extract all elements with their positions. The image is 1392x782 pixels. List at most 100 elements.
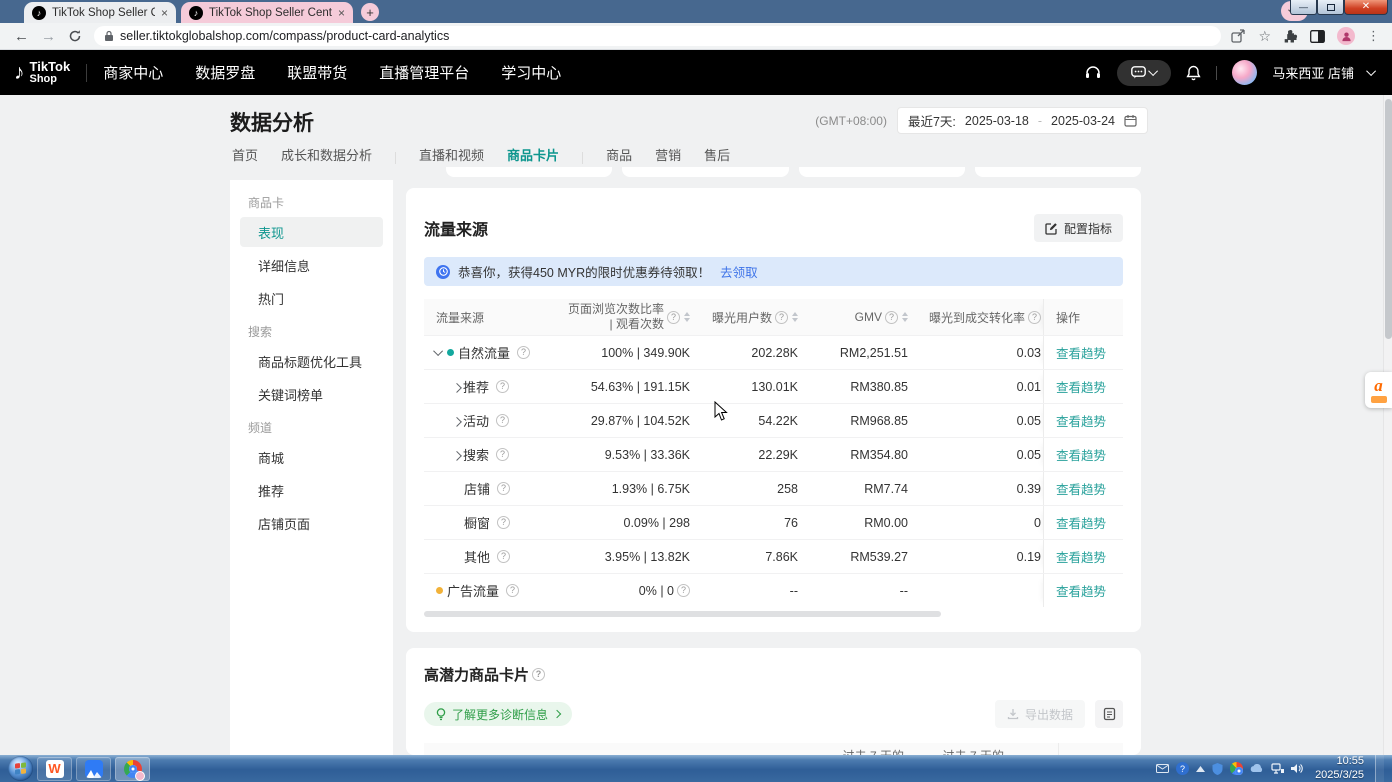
sidebar-item[interactable]: 热门	[240, 283, 383, 313]
window-close-button[interactable]: ✕	[1344, 0, 1388, 15]
view-trend-link[interactable]: 查看趋势	[1056, 343, 1106, 362]
tray-volume-icon[interactable]	[1291, 763, 1304, 774]
appnav-item[interactable]: 商家中心	[103, 62, 163, 83]
info-icon[interactable]: ?	[497, 550, 510, 563]
bookmark-star-icon[interactable]: ☆	[1258, 28, 1271, 45]
header-7day-gmv[interactable]: 过去 7 天的商品交易总额 ?	[930, 743, 1030, 755]
page-scrollbar[interactable]	[1383, 95, 1392, 755]
export-data-button[interactable]: 导出数据	[995, 700, 1085, 728]
configure-metrics-button[interactable]: 配置指标	[1034, 214, 1123, 242]
info-icon[interactable]: ?	[517, 346, 530, 359]
sidebar-item[interactable]: 表现	[240, 217, 383, 247]
browser-tab-1[interactable]: ♪ TikTok Shop Seller Center | Cr ×	[24, 2, 176, 23]
tray-show-hidden-icon[interactable]	[1196, 766, 1205, 772]
share-icon[interactable]	[1231, 29, 1246, 43]
date-end[interactable]: 2025-03-24	[1051, 114, 1115, 128]
date-range-picker[interactable]: 最近7天: 2025-03-18 - 2025-03-24	[897, 107, 1148, 134]
taskbar-app-chrome[interactable]	[115, 757, 150, 781]
refresh-icon[interactable]	[68, 29, 82, 43]
info-icon[interactable]: ?	[496, 414, 509, 427]
info-icon[interactable]: ?	[677, 584, 690, 597]
extensions-puzzle-icon[interactable]	[1283, 29, 1298, 44]
view-trend-link[interactable]: 查看趋势	[1056, 547, 1106, 566]
taskbar-clock[interactable]: 10:55 2025/3/25	[1315, 755, 1364, 782]
page-scrollbar-thumb[interactable]	[1385, 99, 1392, 339]
chevron-right-icon[interactable]	[452, 451, 462, 461]
view-trend-link[interactable]: 查看趋势	[1056, 581, 1106, 600]
taskbar-app-mountain[interactable]	[76, 757, 111, 781]
sidebar-item[interactable]: 商城	[240, 442, 383, 472]
wangwang-float-widget[interactable]: a	[1365, 372, 1392, 408]
sidebar-item[interactable]: 详细信息	[240, 250, 383, 280]
sidebar-item[interactable]: 关键词榜单	[240, 379, 383, 409]
chevron-right-icon[interactable]	[452, 417, 462, 427]
tray-help-icon[interactable]: ?	[1176, 762, 1189, 775]
header-exposed-users[interactable]: 曝光用户数 ?	[694, 299, 802, 335]
tray-message-icon[interactable]	[1156, 764, 1169, 773]
header-pv-rate[interactable]: 页面浏览次数比率 | 观看次数 ?	[564, 299, 694, 335]
info-icon[interactable]: ?	[667, 311, 680, 324]
chevron-down-icon[interactable]	[433, 346, 443, 356]
appnav-item[interactable]: 直播管理平台	[379, 62, 469, 83]
chevron-right-icon[interactable]	[452, 383, 462, 393]
tray-network-icon[interactable]	[1271, 763, 1284, 774]
back-icon[interactable]: ←	[14, 28, 29, 45]
view-trend-link[interactable]: 查看趋势	[1056, 411, 1106, 430]
view-trend-link[interactable]: 查看趋势	[1056, 377, 1106, 396]
info-icon[interactable]: ?	[885, 311, 898, 324]
info-icon[interactable]: ?	[506, 584, 519, 597]
header-gmv[interactable]: GMV ?	[802, 299, 912, 335]
window-maximize-button[interactable]	[1317, 0, 1344, 15]
info-icon[interactable]: ?	[775, 311, 788, 324]
header-product-card-name[interactable]: 商品卡名称?	[424, 743, 609, 755]
claim-coupon-link[interactable]: 去领取	[720, 262, 758, 281]
scrollbar-thumb[interactable]	[424, 611, 941, 617]
sort-icon[interactable]	[684, 312, 690, 322]
diagnosis-link[interactable]: 了解更多诊断信息	[424, 702, 572, 726]
appnav-item[interactable]: 数据罗盘	[195, 62, 255, 83]
start-button[interactable]	[8, 756, 33, 781]
url-input[interactable]: seller.tiktokglobalshop.com/compass/prod…	[120, 29, 449, 43]
appnav-item[interactable]: 联盟带货	[287, 62, 347, 83]
browser-menu-icon[interactable]: ⋮	[1367, 28, 1380, 44]
url-bar[interactable]: seller.tiktokglobalshop.com/compass/prod…	[94, 26, 1221, 46]
info-icon[interactable]: ?	[532, 668, 545, 681]
info-icon[interactable]: ?	[496, 380, 509, 393]
header-top3-actions[interactable]: 前 3 项建议操作?	[609, 743, 824, 755]
header-cvr[interactable]: 曝光到成交转化率 ?	[912, 299, 1043, 335]
view-trend-link[interactable]: 查看趋势	[1056, 479, 1106, 498]
new-tab-button[interactable]: +	[361, 3, 379, 21]
view-trend-link[interactable]: 查看趋势	[1056, 513, 1106, 532]
taskbar-app-wps[interactable]: W	[37, 757, 72, 781]
header-7day-viewers[interactable]: 过去 7 天的浏览人数 ?	[824, 743, 930, 755]
tray-chrome-icon[interactable]	[1230, 762, 1243, 775]
sidebar-item[interactable]: 店铺页面	[240, 508, 383, 538]
profile-avatar-icon[interactable]	[1337, 27, 1355, 45]
sort-icon[interactable]	[902, 312, 908, 322]
browser-tab-2[interactable]: ♪ TikTok Shop Seller Center | Cr ×	[181, 2, 353, 23]
side-panel-icon[interactable]	[1310, 30, 1325, 43]
horizontal-scrollbar[interactable]	[424, 610, 1123, 618]
info-icon[interactable]: ?	[497, 516, 510, 529]
sort-icon[interactable]	[792, 312, 798, 322]
info-icon[interactable]: ?	[1028, 311, 1041, 324]
store-name[interactable]: 马来西亚 店铺	[1272, 63, 1354, 82]
tab-item[interactable]: 首页	[232, 145, 258, 170]
sidebar-item[interactable]: 推荐	[240, 475, 383, 505]
headset-icon[interactable]	[1084, 64, 1102, 81]
sidebar-item[interactable]: 商品标题优化工具	[240, 346, 383, 376]
store-avatar[interactable]	[1232, 60, 1257, 85]
header-source[interactable]: 流量来源	[424, 299, 564, 335]
forward-icon[interactable]: →	[41, 28, 56, 45]
info-icon[interactable]: ?	[497, 482, 510, 495]
notification-bell-icon[interactable]	[1186, 65, 1201, 81]
close-tab-icon[interactable]: ×	[161, 7, 168, 19]
field-settings-button[interactable]	[1095, 700, 1123, 728]
tiktok-shop-logo[interactable]: ♪ TikTok Shop	[14, 60, 70, 85]
tray-cloud-icon[interactable]	[1250, 764, 1264, 773]
tab-item[interactable]: 成长和数据分析	[281, 145, 372, 170]
tray-security-icon[interactable]	[1212, 763, 1223, 775]
date-start[interactable]: 2025-03-18	[965, 114, 1029, 128]
window-minimize-button[interactable]: —	[1290, 0, 1317, 15]
chat-selector[interactable]	[1117, 60, 1171, 86]
